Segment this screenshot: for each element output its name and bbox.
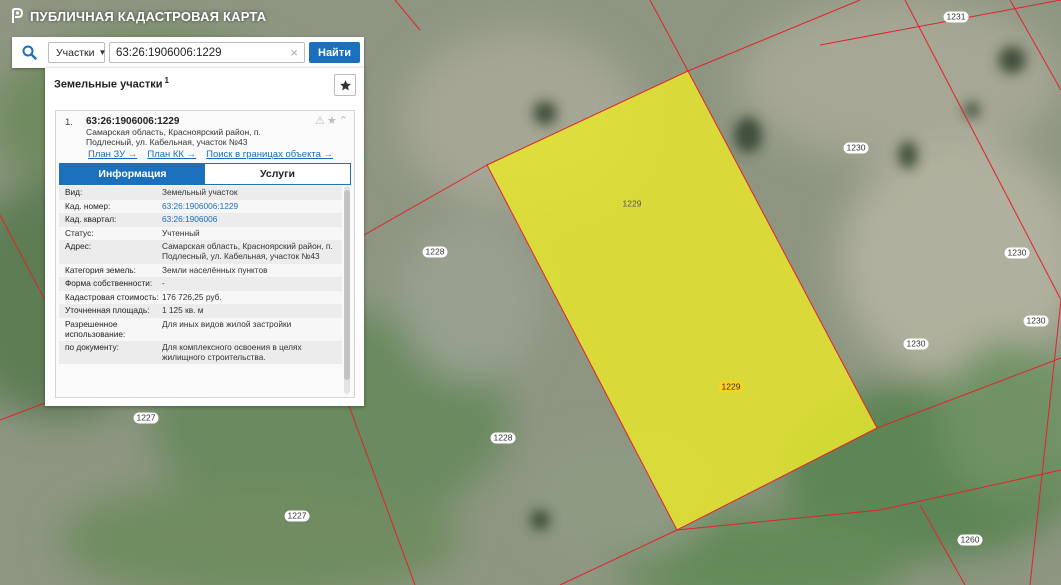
row-key: Кад. квартал:: [65, 214, 117, 225]
info-tabs: Информация Услуги: [59, 163, 351, 185]
tab-information[interactable]: Информация: [60, 164, 205, 184]
plan-kk-link[interactable]: План КК →: [147, 149, 196, 160]
table-row: Форма собственности: -: [59, 277, 342, 291]
row-key: Категория земель:: [65, 264, 136, 275]
result-links: План ЗУ → План КК → Поиск в границах объ…: [88, 149, 333, 160]
star-icon: [339, 79, 351, 90]
search-in-bounds-link[interactable]: Поиск в границах объекта →: [206, 149, 333, 160]
search-bar: Участки ▼ 63:26:1906006:1229 × Найти: [12, 37, 364, 68]
row-value: 1 125 кв. м: [162, 305, 204, 316]
scrollbar-thumb[interactable]: [344, 190, 350, 380]
row-key: Кад. номер:: [65, 200, 111, 211]
search-icon[interactable]: [12, 37, 46, 68]
row-key: Кадастровая стоимость:: [65, 291, 159, 302]
panel-heading: Земельные участки 1: [54, 76, 169, 91]
clear-icon[interactable]: ×: [290, 45, 298, 60]
app-header: ПУБЛИЧНАЯ КАДАСТРОВАЯ КАРТА: [10, 8, 266, 24]
rosreestr-logo-icon: [10, 8, 24, 24]
plot-label-1228: 1228: [490, 432, 516, 444]
tab-services[interactable]: Услуги: [205, 164, 350, 184]
search-type-label: Участки: [56, 46, 95, 59]
row-value: Учтенный: [162, 227, 200, 238]
table-row: Кадастровая стоимость: 176 726,25 руб.: [59, 290, 342, 305]
table-row: Категория земель: Земли населённых пункто…: [59, 263, 342, 278]
row-key: Форма собственности:: [65, 278, 153, 289]
favorite-button[interactable]: [334, 74, 356, 96]
table-row: по документу: Для комплексного освоения в…: [59, 341, 342, 365]
table-scrollbar[interactable]: [344, 186, 350, 394]
result-title[interactable]: 63:26:1906006:1229: [86, 116, 179, 127]
plot-label-1228: 1228: [422, 246, 448, 258]
plot-label-1229: 1229: [622, 198, 642, 209]
plot-label-1227: 1227: [133, 412, 159, 424]
panel-heading-count: 1: [164, 76, 169, 85]
row-value: Земли населённых пунктов: [162, 264, 268, 275]
table-row: Разрешенное использование: Для иных видов…: [59, 317, 342, 342]
table-row: Статус: Учтенный: [59, 226, 342, 241]
table-row: Кад. квартал: 63:26:1906006: [59, 213, 342, 227]
result-address: Самарская область, Красноярский район, п…: [86, 127, 261, 147]
table-row: Уточненная площадь: 1 125 кв. м: [59, 304, 342, 318]
row-key: Уточненная площадь:: [65, 305, 150, 316]
cadastral-number-link[interactable]: 63:26:1906006:1229: [162, 201, 342, 212]
plot-label-1260: 1260: [957, 534, 983, 546]
result-index: 1.: [65, 117, 73, 128]
row-value: Земельный участок: [162, 187, 238, 197]
table-row: Вид: Земельный участок: [59, 186, 342, 200]
plot-label-1230: 1230: [1004, 247, 1030, 259]
chevron-down-icon: ▼: [98, 48, 107, 57]
row-key: Адрес:: [65, 241, 92, 252]
star-icon[interactable]: ★: [327, 114, 337, 127]
results-panel: Земельные участки 1 1. 63:26:1906006:1229…: [45, 68, 364, 406]
panel-heading-text: Земельные участки: [54, 78, 163, 91]
plot-label-1230: 1230: [903, 338, 929, 350]
row-key: Разрешенное использование:: [65, 318, 126, 339]
row-value: 176 726,25 руб.: [162, 291, 222, 302]
search-query: 63:26:1906006:1229: [116, 46, 222, 59]
plot-label-1231: 1231: [943, 11, 969, 23]
plan-zu-link[interactable]: План ЗУ →: [88, 149, 137, 160]
row-value: Самарская область, Красноярский район, п…: [162, 241, 333, 261]
row-value: Для иных видов жилой застройки: [162, 318, 292, 329]
row-key: по документу:: [65, 342, 119, 353]
table-row: Кад. номер: 63:26:1906006:1229: [59, 199, 342, 214]
cadastral-quarter-link[interactable]: 63:26:1906006: [162, 215, 342, 225]
search-input[interactable]: 63:26:1906006:1229 ×: [109, 42, 305, 63]
plot-label-1230: 1230: [843, 142, 869, 154]
row-value: Для комплексного освоения в целях жилищн…: [162, 342, 302, 362]
table-row: Адрес: Самарская область, Красноярский ра…: [59, 240, 342, 264]
find-button[interactable]: Найти: [309, 42, 360, 63]
plot-label-1227: 1227: [284, 510, 310, 522]
attributes-table: Вид: Земельный участок Кад. номер: 63:26:1…: [59, 186, 342, 394]
row-value: -: [162, 278, 165, 289]
plot-label-1230: 1230: [1023, 315, 1049, 327]
row-key: Вид:: [65, 187, 83, 197]
search-type-select[interactable]: Участки ▼: [48, 42, 107, 63]
result-card[interactable]: 1. 63:26:1906006:1229 Самарская область,…: [55, 110, 355, 398]
warning-icon[interactable]: ⚠: [315, 114, 325, 127]
app-title: ПУБЛИЧНАЯ КАДАСТРОВАЯ КАРТА: [30, 8, 267, 24]
chevron-up-icon[interactable]: ⌃: [339, 114, 348, 127]
plot-label-1229-selected: 1229: [718, 381, 744, 393]
row-key: Статус:: [65, 227, 94, 238]
card-tools: ⚠ ★ ⌃: [315, 114, 348, 127]
